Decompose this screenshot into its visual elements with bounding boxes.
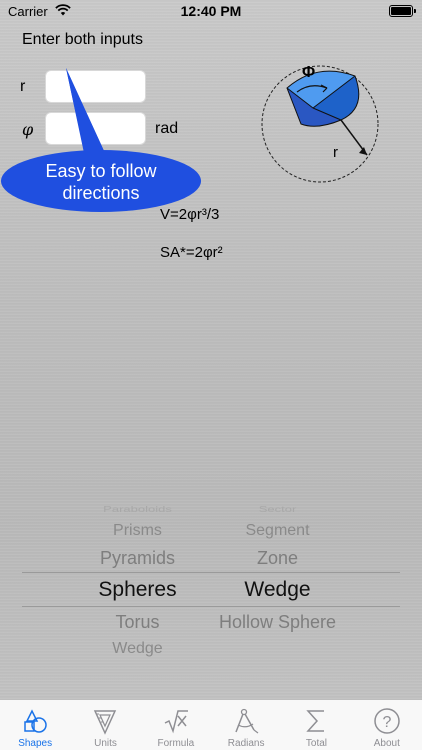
volume-formula: V=2φr³/3 — [160, 206, 220, 223]
shape-picker[interactable]: Paraboloids Prisms Pyramids Spheres Toru… — [0, 500, 422, 670]
battery-icon — [389, 5, 416, 17]
sphere-wedge-diagram — [261, 65, 379, 183]
tab-label: Total — [305, 738, 328, 749]
callout-text: Easy to follow directions — [2, 160, 200, 204]
status-time: 12:40 PM — [180, 3, 242, 19]
picker-item[interactable]: Sector — [205, 505, 350, 514]
status-bar: Carrier 12:40 PM — [0, 0, 422, 26]
picker-item-selected[interactable]: Spheres — [70, 578, 205, 602]
instruction-text: Enter both inputs — [22, 31, 143, 48]
tab-about[interactable]: ? About — [352, 700, 422, 750]
tab-units[interactable]: Units — [70, 700, 140, 750]
tab-label: Units — [94, 738, 117, 749]
picker-item[interactable]: Torus — [70, 612, 205, 633]
question-icon: ? — [371, 706, 403, 736]
shapes-icon — [19, 706, 51, 736]
tab-label: About — [373, 738, 400, 749]
svg-text:?: ? — [382, 714, 391, 731]
picker-item[interactable]: Wedge — [70, 640, 205, 658]
picker-item[interactable]: Hollow Sphere — [205, 612, 350, 633]
surface-area-formula: SA*=2φr² — [160, 244, 223, 261]
picker-item[interactable]: Zone — [205, 548, 350, 569]
tab-label: Shapes — [18, 738, 53, 749]
picker-item[interactable]: Pyramids — [70, 548, 205, 569]
tab-label: Formula — [157, 738, 195, 749]
picker-item[interactable]: Prisms — [70, 522, 205, 540]
tab-shapes[interactable]: Shapes — [0, 700, 70, 750]
picker-item[interactable]: Paraboloids — [70, 505, 205, 514]
square-root-icon — [160, 706, 192, 736]
tab-label: Radians — [227, 738, 265, 749]
picker-item-selected[interactable]: Wedge — [205, 578, 350, 602]
diagram-r-symbol: r — [333, 144, 338, 161]
callout-line-1: Easy to follow — [45, 161, 157, 181]
sigma-icon — [300, 706, 332, 736]
compass-icon — [230, 706, 262, 736]
ruler-triangle-icon — [89, 706, 121, 736]
diagram-phi-symbol: Φ — [302, 64, 316, 81]
tab-bar: Shapes Units Formula Radians Total ? Abo… — [0, 699, 422, 750]
picker-selection-top-line — [22, 572, 400, 573]
tab-radians[interactable]: Radians — [211, 700, 281, 750]
callout-line-2: directions — [62, 183, 140, 203]
tab-total[interactable]: Total — [281, 700, 351, 750]
picker-selection-bottom-line — [22, 606, 400, 607]
tab-formula[interactable]: Formula — [141, 700, 211, 750]
picker-item[interactable]: Segment — [205, 522, 350, 540]
